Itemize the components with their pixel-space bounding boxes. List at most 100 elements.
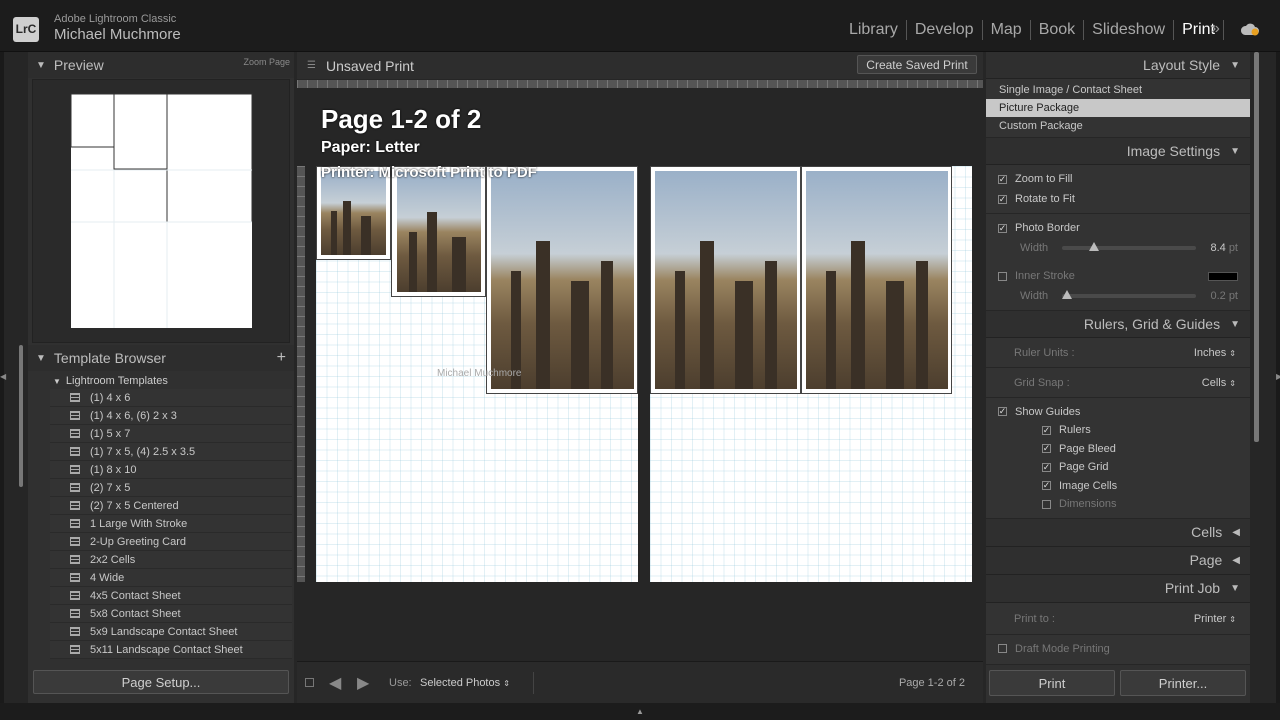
layout-style-header[interactable]: Layout Style ▼ xyxy=(986,52,1250,79)
city-photo xyxy=(806,171,948,389)
zoom-page-label[interactable]: Zoom Page xyxy=(243,57,290,67)
next-page-icon[interactable]: ▶ xyxy=(357,673,369,693)
template-item[interactable]: 5x8 Contact Sheet xyxy=(50,605,292,623)
checkbox-unchecked-icon[interactable] xyxy=(1042,499,1051,509)
inner-stroke-option[interactable]: Inner Stroke xyxy=(998,266,1238,286)
image-cell[interactable] xyxy=(650,166,801,394)
template-item[interactable]: (2) 7 x 5 Centered xyxy=(50,497,292,515)
border-width-slider[interactable] xyxy=(1062,242,1197,251)
layout-option-single[interactable]: Single Image / Contact Sheet xyxy=(986,81,1250,99)
toolbar-toggle[interactable] xyxy=(305,678,314,687)
width-unit: pt xyxy=(1228,290,1238,302)
slider-thumb[interactable] xyxy=(1089,242,1100,251)
image-cell[interactable] xyxy=(801,166,952,394)
checkbox-unchecked-icon[interactable] xyxy=(998,271,1007,281)
page-setup-button[interactable]: Page Setup... xyxy=(33,670,289,694)
print-job-header[interactable]: Print Job ▼ xyxy=(986,574,1250,603)
stroke-width-slider[interactable] xyxy=(1062,290,1197,299)
scrollbar[interactable] xyxy=(293,352,294,652)
module-develop[interactable]: Develop xyxy=(907,21,982,39)
left-panel-scrollbar[interactable] xyxy=(19,345,23,487)
template-item[interactable]: 5x9 Landscape Contact Sheet xyxy=(50,623,292,641)
more-modules-icon[interactable]: » xyxy=(1211,20,1220,38)
template-item[interactable]: (1) 7 x 5, (4) 2.5 x 3.5 xyxy=(50,443,292,461)
add-template-icon[interactable]: + xyxy=(277,349,286,367)
template-icon xyxy=(70,537,80,546)
filmstrip-toggle-icon[interactable]: ▲ xyxy=(636,707,644,716)
guide-option[interactable]: ✓ Page Grid xyxy=(1042,458,1238,477)
menu-icon[interactable]: ☰ xyxy=(307,60,316,71)
template-item[interactable]: 2-Up Greeting Card xyxy=(50,533,292,551)
printer-button[interactable]: Printer... xyxy=(1120,670,1246,696)
draft-mode-row: Draft Mode Printing xyxy=(986,634,1250,665)
rotate-to-fit-option[interactable]: ✓ Rotate to Fit xyxy=(998,189,1238,209)
city-photo xyxy=(491,171,634,389)
draft-mode-label: Draft Mode Printing xyxy=(1015,642,1110,655)
checkbox-checked-icon[interactable]: ✓ xyxy=(998,223,1007,233)
guide-label: Page Grid xyxy=(1059,461,1109,474)
image-settings-header[interactable]: Image Settings ▼ xyxy=(986,138,1250,165)
guide-option[interactable]: Dimensions xyxy=(1042,495,1238,514)
ruler-units-select[interactable]: Inches ⇕ xyxy=(1194,347,1236,359)
inner-stroke-label: Inner Stroke xyxy=(1015,270,1075,282)
template-item[interactable]: 4 Wide xyxy=(50,569,292,587)
cloud-sync-icon[interactable] xyxy=(1240,22,1260,36)
checkbox-checked-icon[interactable]: ✓ xyxy=(1042,462,1051,472)
module-book[interactable]: Book xyxy=(1031,21,1083,39)
draft-mode-option[interactable]: Draft Mode Printing xyxy=(998,639,1238,659)
right-panel-scrollbar[interactable] xyxy=(1254,52,1259,442)
stroke-color-swatch[interactable] xyxy=(1208,271,1238,281)
template-item[interactable]: 2x2 Cells xyxy=(50,551,292,569)
show-guides-option[interactable]: ✓ Show Guides xyxy=(998,402,1238,421)
module-map[interactable]: Map xyxy=(983,21,1030,39)
guide-option[interactable]: ✓ Page Bleed xyxy=(1042,440,1238,459)
layout-style-options: Single Image / Contact Sheet Picture Pac… xyxy=(986,79,1250,138)
preview-thumbnail xyxy=(32,79,290,343)
checkbox-checked-icon[interactable]: ✓ xyxy=(1042,481,1051,491)
checkbox-checked-icon[interactable]: ✓ xyxy=(998,174,1007,184)
template-label: (2) 7 x 5 xyxy=(90,481,131,494)
zoom-to-fill-option[interactable]: ✓ Zoom to Fill xyxy=(998,169,1238,189)
module-library[interactable]: Library xyxy=(841,21,906,39)
filmstrip-toggle[interactable]: ▲ xyxy=(0,703,1280,720)
template-item[interactable]: (1) 8 x 10 xyxy=(50,461,292,479)
template-label: 5x9 Landscape Contact Sheet xyxy=(90,625,238,638)
image-cell[interactable] xyxy=(391,166,486,297)
guide-option[interactable]: ✓ Image Cells xyxy=(1042,477,1238,496)
template-item[interactable]: (1) 4 x 6, (6) 2 x 3 xyxy=(50,407,292,425)
template-item[interactable]: (1) 4 x 6 xyxy=(50,389,292,407)
print-button[interactable]: Print xyxy=(989,670,1115,696)
layout-option-custom[interactable]: Custom Package xyxy=(986,117,1250,135)
cells-header[interactable]: Cells ◀ xyxy=(986,518,1250,547)
slider-thumb[interactable] xyxy=(1062,290,1073,299)
checkbox-checked-icon[interactable]: ✓ xyxy=(998,194,1007,204)
right-edge-collapse[interactable]: ▶ xyxy=(1276,52,1280,720)
image-cell[interactable] xyxy=(486,166,638,394)
photo-border-option[interactable]: ✓ Photo Border xyxy=(998,218,1238,238)
checkbox-checked-icon[interactable]: ✓ xyxy=(998,407,1007,416)
module-slideshow[interactable]: Slideshow xyxy=(1084,21,1173,39)
page-header[interactable]: Page ◀ xyxy=(986,546,1250,575)
layout-option-picture-package[interactable]: Picture Package xyxy=(986,99,1250,117)
template-folder[interactable]: ▼ Lightroom Templates xyxy=(38,372,292,390)
template-browser-header[interactable]: ▼ Template Browser + xyxy=(28,345,294,371)
rulers-grid-guides-header[interactable]: Rulers, Grid & Guides ▼ xyxy=(986,311,1250,338)
template-item[interactable]: 1 Large With Stroke xyxy=(50,515,292,533)
previous-page-icon[interactable]: ◀ xyxy=(329,673,341,693)
stroke-width-value[interactable]: 0.2 xyxy=(1210,290,1225,302)
checkbox-checked-icon[interactable]: ✓ xyxy=(1042,444,1051,454)
ruler-units-value: Inches xyxy=(1193,347,1227,359)
checkbox-unchecked-icon[interactable] xyxy=(998,644,1007,653)
left-edge-collapse[interactable]: ◀ xyxy=(0,52,6,720)
grid-snap-select[interactable]: Cells ⇕ xyxy=(1202,377,1236,389)
border-width-value[interactable]: 8.4 xyxy=(1210,242,1225,254)
create-saved-print-button[interactable]: Create Saved Print xyxy=(857,55,977,74)
guide-option[interactable]: ✓ Rulers xyxy=(1042,421,1238,440)
template-item[interactable]: (2) 7 x 5 xyxy=(50,479,292,497)
template-item[interactable]: 4x5 Contact Sheet xyxy=(50,587,292,605)
use-selector[interactable]: Selected Photos ⇕ xyxy=(420,677,510,689)
checkbox-checked-icon[interactable]: ✓ xyxy=(1042,425,1051,435)
template-item[interactable]: 5x11 Landscape Contact Sheet xyxy=(50,641,292,659)
template-item[interactable]: (1) 5 x 7 xyxy=(50,425,292,443)
print-to-select[interactable]: Printer ⇕ xyxy=(1194,613,1236,625)
